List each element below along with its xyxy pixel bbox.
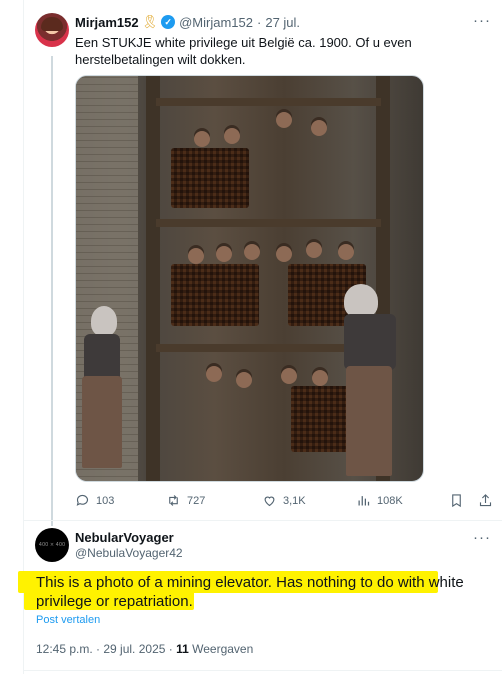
reply-button[interactable]: 103 (75, 493, 114, 508)
post-photo[interactable] (75, 75, 424, 482)
original-post[interactable]: Mirjam152 🎗 ✓ @Mirjam152 · 27 jul. ··· E… (0, 0, 502, 520)
post-actions: 103 727 3,1K 108K (0, 493, 502, 513)
reply-count: 103 (96, 494, 115, 507)
analytics-icon (358, 496, 370, 506)
bookmark-icon (452, 494, 461, 508)
like-button[interactable]: 3,1K (262, 493, 306, 508)
like-count: 3,1K (283, 494, 306, 507)
share-button[interactable] (478, 493, 499, 508)
post-date[interactable]: 27 jul. (265, 15, 300, 30)
ribbon-icon: 🎗 (141, 14, 159, 29)
author-handle[interactable]: @Mirjam152 (179, 15, 253, 30)
reply-author-name[interactable]: NebularVoyager (75, 530, 174, 545)
more-options-icon[interactable]: ··· (473, 529, 491, 546)
author-name[interactable]: Mirjam152 (75, 15, 139, 30)
post-text: Een STUKJE white privilege uit België ca… (75, 35, 412, 67)
post-header: Mirjam152 🎗 ✓ @Mirjam152 · 27 jul. (75, 14, 300, 30)
divider (23, 670, 502, 671)
divider (23, 520, 502, 521)
share-icon (479, 494, 492, 507)
post-timestamp[interactable]: 12:45 p.m. · 29 jul. 2025 · (36, 642, 176, 656)
views-number: 11 (176, 642, 189, 656)
bookmark-button[interactable] (449, 493, 470, 508)
avatar[interactable] (35, 13, 69, 47)
views-count: 108K (377, 494, 403, 507)
post-metadata: 12:45 p.m. · 29 jul. 2025 · 11 Weergaven (36, 642, 253, 656)
reply-author-handle[interactable]: @NebulaVoyager42 (75, 546, 183, 560)
avatar[interactable]: 400 × 400 (35, 528, 69, 562)
repost-count: 727 (187, 494, 206, 507)
repost-button[interactable]: 727 (166, 493, 205, 508)
reply-text: This is a photo of a mining elevator. Ha… (36, 574, 464, 610)
separator-dot: · (257, 14, 262, 30)
reply-icon (76, 494, 89, 506)
views-label: Weergaven (188, 642, 254, 656)
repost-icon (169, 495, 178, 506)
views-button[interactable]: 108K (356, 493, 403, 508)
more-options-icon[interactable]: ··· (473, 12, 491, 29)
verified-badge-icon[interactable]: ✓ (161, 15, 176, 29)
translate-post-link[interactable]: Post vertalen (36, 614, 100, 626)
heart-icon (264, 496, 275, 507)
